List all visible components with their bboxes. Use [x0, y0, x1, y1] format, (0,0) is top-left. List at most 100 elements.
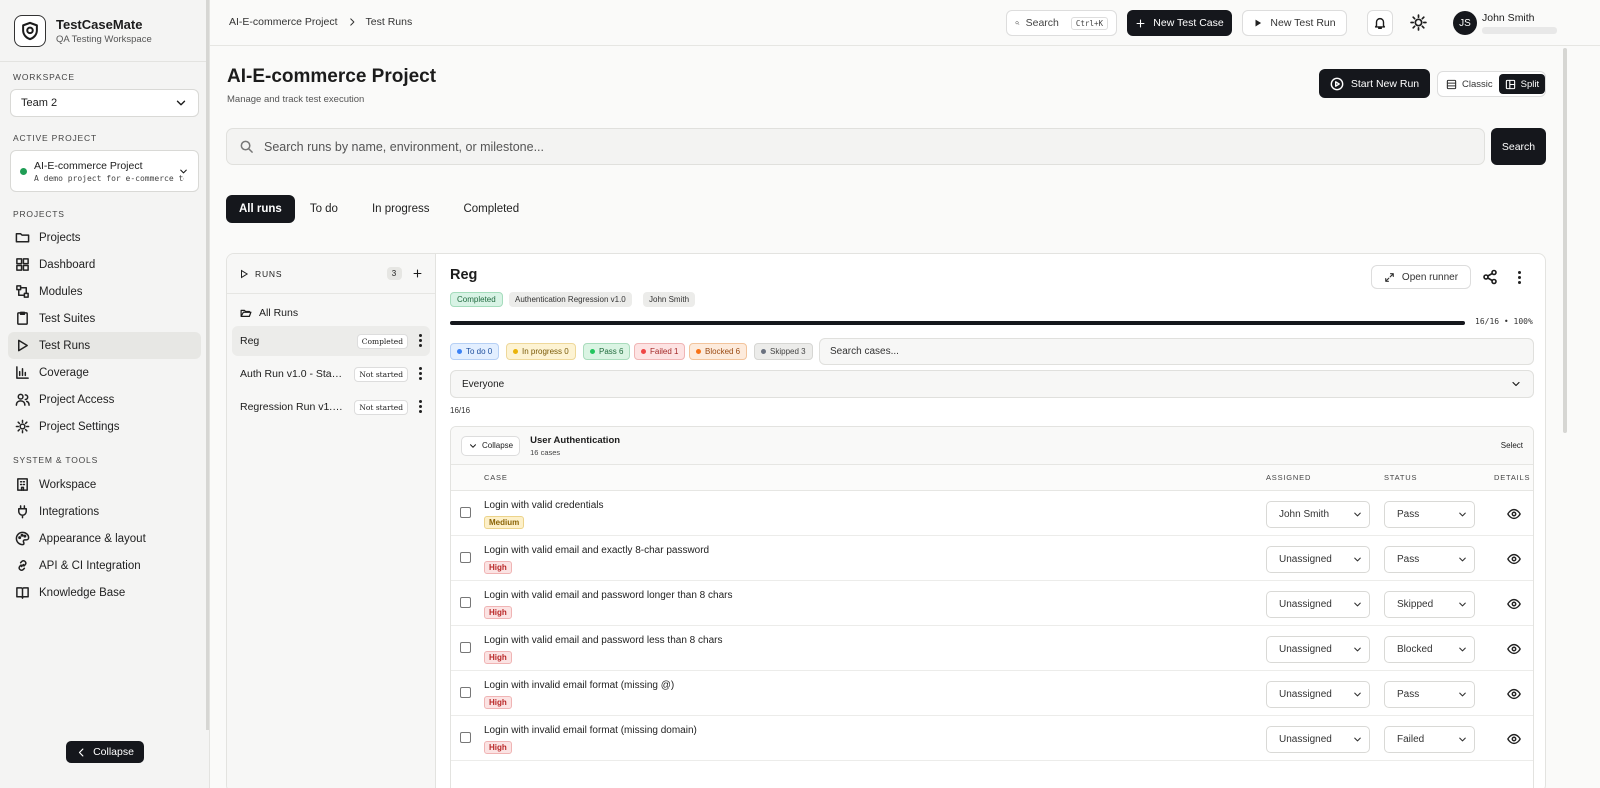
assignee-filter-select[interactable]: Everyone — [450, 370, 1534, 398]
tab-to-do[interactable]: To do — [297, 195, 351, 223]
status-select[interactable]: Pass — [1384, 546, 1475, 573]
new-test-case-button[interactable]: New Test Case — [1127, 10, 1232, 36]
row-checkbox[interactable] — [460, 732, 471, 743]
view-split-button[interactable]: Split — [1498, 74, 1546, 94]
runs-search-button[interactable]: Search — [1491, 128, 1546, 165]
status-select[interactable]: Failed — [1384, 726, 1475, 753]
user-email-redacted — [1482, 27, 1557, 34]
page-title: AI-E-commerce Project — [227, 66, 437, 87]
tab-in-progress[interactable]: In progress — [359, 195, 443, 223]
avatar[interactable]: JS — [1453, 11, 1477, 35]
new-test-run-button[interactable]: New Test Run — [1242, 10, 1347, 36]
tab-all-runs[interactable]: All runs — [226, 195, 295, 223]
case-group: Collapse User Authentication 16 cases Se… — [450, 426, 1534, 788]
status-select[interactable]: Pass — [1384, 501, 1475, 528]
row-checkbox[interactable] — [460, 597, 471, 608]
sidebar-item-label: Modules — [39, 285, 83, 298]
sidebar-item-dashboard[interactable]: Dashboard — [8, 251, 201, 278]
sidebar-item-project-access[interactable]: Project Access — [8, 386, 201, 413]
sidebar-item-knowledge-base[interactable]: Knowledge Base — [8, 579, 201, 606]
user-name[interactable]: John Smith — [1482, 12, 1535, 24]
assignee-select[interactable]: John Smith — [1266, 501, 1370, 528]
case-name[interactable]: Login with valid email and password less… — [484, 635, 722, 646]
sidebar-item-integrations[interactable]: Integrations — [8, 498, 201, 525]
view-details-button[interactable] — [1507, 552, 1521, 566]
sidebar-item-modules[interactable]: Modules — [8, 278, 201, 305]
tab-completed[interactable]: Completed — [450, 195, 532, 223]
sidebar-item-project-settings[interactable]: Project Settings — [8, 413, 201, 440]
notifications-button[interactable] — [1367, 10, 1393, 36]
row-checkbox[interactable] — [460, 642, 471, 653]
assignee-select[interactable]: Unassigned — [1266, 546, 1370, 573]
filter-skipped-chip[interactable]: Skipped 3 — [754, 343, 813, 360]
sidebar-item-coverage[interactable]: Coverage — [8, 359, 201, 386]
more-options-icon[interactable] — [419, 400, 422, 413]
start-new-run-button[interactable]: Start New Run — [1319, 69, 1430, 98]
case-count: 16/16 — [450, 406, 471, 415]
eye-icon — [1507, 643, 1521, 655]
all-runs-item[interactable]: All Runs — [232, 298, 430, 328]
more-options-icon[interactable] — [419, 367, 422, 380]
search-icon — [1015, 21, 1020, 25]
runs-search-input[interactable]: Search runs by name, environment, or mil… — [226, 128, 1485, 165]
projects-label: PROJECTS — [13, 209, 65, 219]
run-item[interactable]: Regression Run v1.… Not started — [232, 392, 430, 422]
share-button[interactable] — [1482, 269, 1498, 285]
sidebar-collapse-button[interactable]: Collapse — [66, 741, 144, 763]
run-item[interactable]: Auth Run v1.0 - Sta… Not started — [232, 359, 430, 389]
assignee-select[interactable]: Unassigned — [1266, 636, 1370, 663]
workspace-select[interactable]: Team 2 — [10, 89, 199, 117]
filter-blocked-chip[interactable]: Blocked 6 — [689, 343, 748, 360]
more-options-icon[interactable] — [1518, 271, 1521, 284]
run-name: Regression Run v1.… — [240, 401, 343, 413]
run-item[interactable]: Reg Completed — [232, 326, 430, 356]
assignee-select[interactable]: Unassigned — [1266, 591, 1370, 618]
theme-toggle-button[interactable] — [1410, 14, 1427, 31]
filter-failed-chip[interactable]: Failed 1 — [634, 343, 686, 360]
breadcrumb-project[interactable]: AI-E-commerce Project — [229, 16, 338, 28]
chevron-down-icon — [1459, 602, 1466, 607]
project-select[interactable]: AI-E-commerce Project A demo project for… — [10, 150, 199, 192]
status-select[interactable]: Pass — [1384, 681, 1475, 708]
view-details-button[interactable] — [1507, 732, 1521, 746]
sidebar-item-label: Dashboard — [39, 258, 96, 271]
sidebar-scrollbar[interactable] — [206, 0, 209, 730]
assignee-filter-value: Everyone — [462, 378, 505, 390]
view-details-button[interactable] — [1507, 687, 1521, 701]
case-name[interactable]: Login with invalid email format (missing… — [484, 725, 697, 736]
case-name[interactable]: Login with valid email and exactly 8-cha… — [484, 545, 709, 556]
status-select[interactable]: Blocked — [1384, 636, 1475, 663]
view-details-button[interactable] — [1507, 597, 1521, 611]
assignee-select[interactable]: Unassigned — [1266, 726, 1370, 753]
group-select-button[interactable]: Select — [1501, 441, 1523, 450]
filter-todo-chip[interactable]: To do 0 — [450, 343, 500, 360]
sidebar-item-workspace[interactable]: Workspace — [8, 471, 201, 498]
case-search-input[interactable]: Search cases... — [819, 338, 1534, 365]
row-checkbox[interactable] — [460, 552, 471, 563]
filter-in-progress-chip[interactable]: In progress 0 — [506, 343, 576, 360]
view-classic-button[interactable]: Classic — [1440, 74, 1499, 94]
view-details-button[interactable] — [1507, 642, 1521, 656]
view-details-button[interactable] — [1507, 507, 1521, 521]
plus-icon[interactable] — [412, 268, 423, 279]
case-name[interactable]: Login with invalid email format (missing… — [484, 680, 674, 691]
assignee-select[interactable]: Unassigned — [1266, 681, 1370, 708]
more-options-icon[interactable] — [419, 334, 422, 347]
collapse-label: Collapse — [93, 746, 134, 758]
all-runs-label: All Runs — [259, 307, 299, 319]
sidebar-item-test-suites[interactable]: Test Suites — [8, 305, 201, 332]
sidebar-item-test-runs[interactable]: Test Runs — [8, 332, 201, 359]
sidebar-item-projects[interactable]: Projects — [8, 224, 201, 251]
filter-pass-chip[interactable]: Pass 6 — [583, 343, 631, 360]
row-checkbox[interactable] — [460, 507, 471, 518]
status-select[interactable]: Skipped — [1384, 591, 1475, 618]
sidebar-item-appearance[interactable]: Appearance & layout — [8, 525, 201, 552]
page-scrollbar[interactable] — [1563, 48, 1567, 433]
open-runner-button[interactable]: Open runner — [1371, 265, 1471, 289]
case-name[interactable]: Login with valid email and password long… — [484, 590, 732, 601]
global-search-button[interactable]: Search Ctrl+K — [1006, 10, 1117, 36]
group-collapse-button[interactable]: Collapse — [461, 435, 521, 456]
sidebar-item-api-ci[interactable]: API & CI Integration — [8, 552, 201, 579]
row-checkbox[interactable] — [460, 687, 471, 698]
case-name[interactable]: Login with valid credentials — [484, 500, 604, 511]
